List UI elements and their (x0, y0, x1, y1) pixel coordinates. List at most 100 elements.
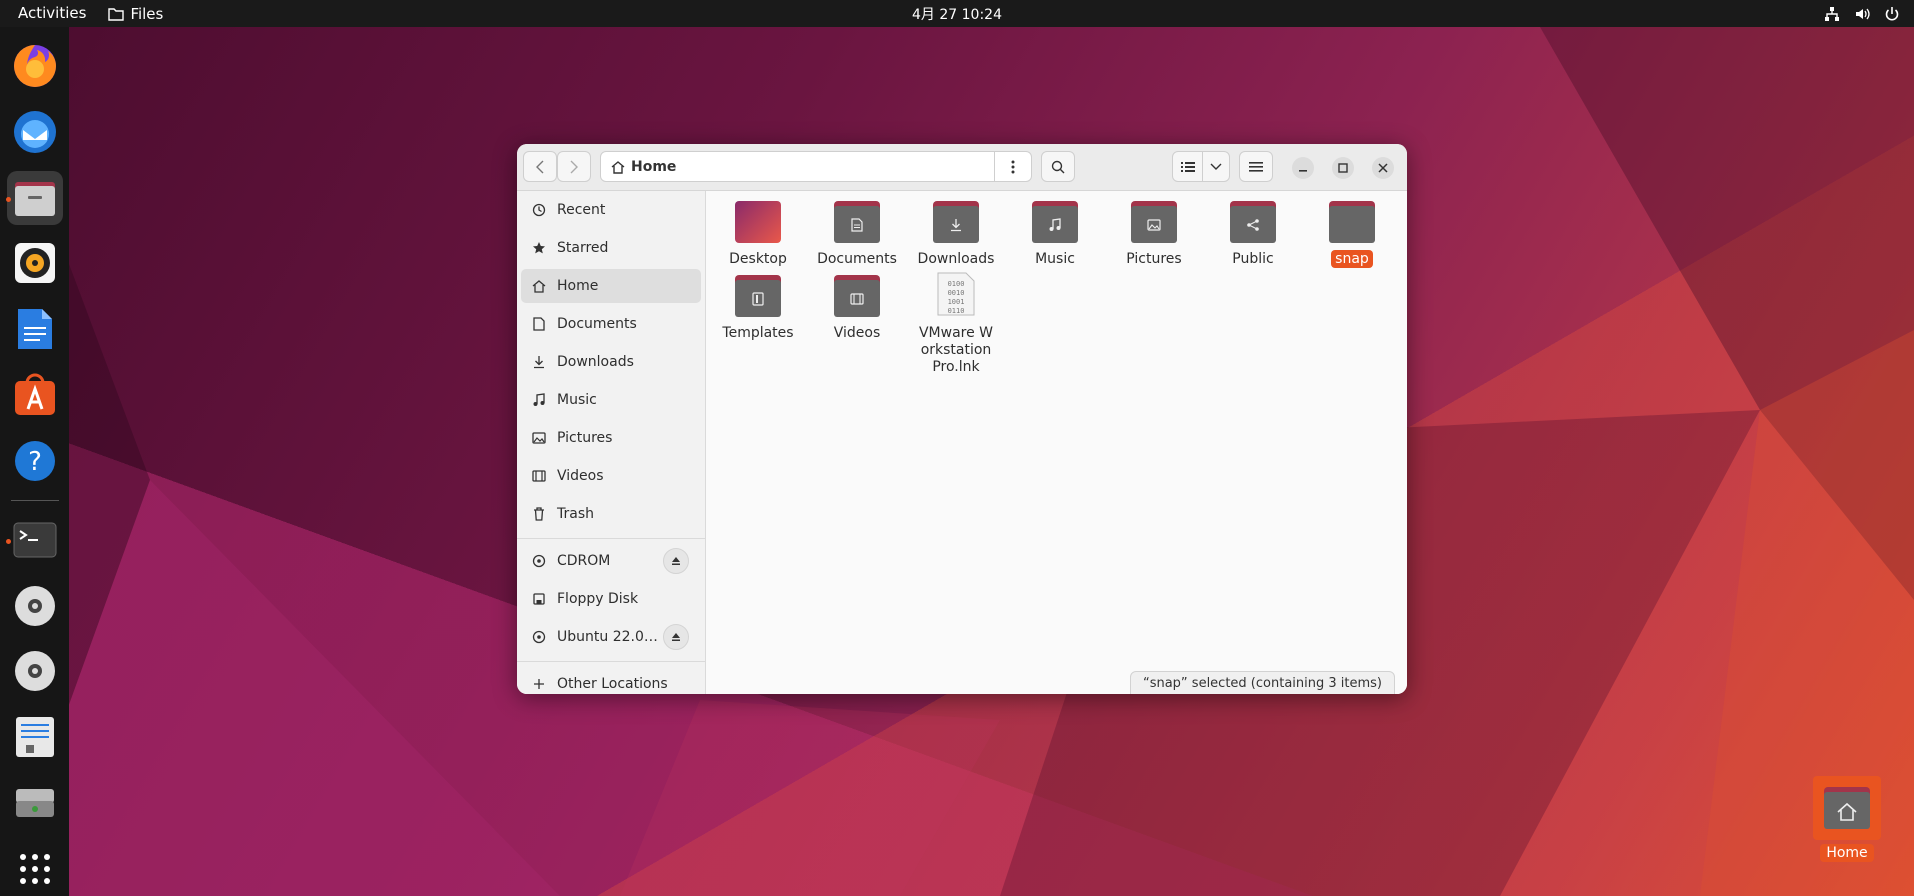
dock-disc-2[interactable] (7, 645, 63, 699)
sidebar-item-cdrom[interactable]: CDROM (521, 544, 701, 578)
dock-help[interactable]: ? (7, 434, 63, 488)
running-indicator (5, 196, 11, 202)
path-bar[interactable]: Home (600, 151, 1032, 182)
sidebar-item-music[interactable]: Music (521, 383, 701, 417)
dock-disc-1[interactable] (7, 579, 63, 633)
sidebar-item-label: Pictures (557, 430, 613, 446)
sidebar-item-other-locations[interactable]: Other Locations (521, 667, 701, 694)
hamburger-menu-icon (1249, 161, 1263, 172)
maximize-button[interactable] (1332, 157, 1354, 179)
music-note-icon (533, 393, 545, 406)
sidebar-item-label: Videos (557, 468, 604, 484)
system-tray[interactable] (1824, 0, 1900, 27)
file-name: snap (1303, 250, 1401, 268)
file-name: Pictures (1126, 251, 1182, 267)
top-bar: Activities Files 4月 27 10:24 (0, 0, 1914, 27)
breadcrumb-home: Home (631, 158, 677, 175)
kebab-menu-icon (1011, 160, 1015, 173)
home-icon (532, 280, 546, 293)
file-item-documents[interactable]: Documents (808, 201, 906, 268)
sidebar-item-label: Floppy Disk (557, 591, 639, 607)
path-menu-button[interactable] (994, 152, 1031, 181)
dock-app-center[interactable] (7, 368, 63, 422)
file-item-pictures[interactable]: Pictures (1105, 201, 1203, 268)
file-item-snap[interactable]: snap (1303, 201, 1401, 268)
sidebar-item-trash[interactable]: Trash (521, 497, 701, 531)
maximize-icon (1338, 163, 1348, 173)
file-item-public[interactable]: Public (1204, 201, 1302, 268)
sidebar-item-downloads[interactable]: Downloads (521, 345, 701, 379)
search-icon (1051, 160, 1065, 173)
back-button[interactable] (523, 151, 557, 182)
sidebar-item-starred[interactable]: Starred (521, 231, 701, 265)
sidebar-item-label: Home (557, 278, 599, 294)
sidebar-item-label: Music (557, 392, 597, 408)
dock-writer[interactable] (7, 302, 63, 356)
sidebar-separator (517, 661, 705, 662)
star-icon (533, 242, 545, 254)
writer-icon (17, 309, 52, 350)
forward-button[interactable] (557, 151, 591, 182)
chevron-down-icon (1210, 163, 1222, 170)
sidebar-item-pictures[interactable]: Pictures (521, 421, 701, 455)
sidebar-item-documents[interactable]: Documents (521, 307, 701, 341)
dock-thunderbird[interactable] (7, 105, 63, 159)
dock-separator (10, 499, 59, 501)
eject-button[interactable] (663, 548, 689, 574)
sidebar: Recent Starred Home Documents Downloads … (517, 191, 706, 694)
dock-terminal[interactable] (5, 513, 63, 567)
view-options-dropdown[interactable] (1203, 163, 1229, 171)
plus-icon (534, 679, 544, 689)
download-icon (534, 356, 544, 369)
film-icon (532, 470, 546, 482)
home-folder-icon (1813, 776, 1881, 840)
sidebar-item-home[interactable]: Home (521, 269, 701, 303)
file-item-vmware-lnk[interactable]: 0100 0010 1001 0110 VMware Workstation P… (907, 271, 1005, 376)
eject-icon (672, 557, 680, 565)
videos-folder-icon (834, 275, 880, 317)
eject-button[interactable] (663, 624, 689, 650)
view-mode-button[interactable] (1172, 151, 1230, 182)
sidebar-item-videos[interactable]: Videos (521, 459, 701, 493)
rhythmbox-icon (14, 243, 55, 284)
breadcrumb[interactable]: Home (601, 159, 994, 175)
sidebar-item-floppy[interactable]: Floppy Disk (521, 582, 701, 616)
binary-file-icon: 0100 0010 1001 0110 (937, 272, 975, 316)
close-button[interactable] (1372, 157, 1394, 179)
sidebar-item-label: Downloads (557, 354, 634, 370)
dock-app-grid[interactable] (7, 842, 63, 896)
running-indicator (5, 538, 11, 544)
main-menu-button[interactable] (1239, 151, 1273, 182)
minimize-button[interactable] (1292, 157, 1314, 179)
volume-icon (1856, 8, 1870, 19)
app-menu[interactable]: Files (104, 5, 163, 23)
file-item-videos[interactable]: Videos (808, 275, 906, 342)
disc-icon (532, 630, 546, 644)
image-icon (532, 432, 546, 444)
dock-files[interactable] (5, 170, 63, 225)
dock-drive[interactable] (7, 776, 63, 830)
home-icon (611, 160, 625, 174)
file-item-desktop[interactable]: Desktop (709, 201, 807, 268)
sidebar-item-label: Documents (557, 316, 637, 332)
dock-rhythmbox[interactable] (7, 237, 63, 291)
sidebar-item-label: Trash (557, 506, 594, 522)
sidebar-item-recent[interactable]: Recent (521, 193, 701, 227)
file-name: Music (1035, 251, 1075, 267)
dock-text-editor[interactable] (7, 710, 63, 764)
documents-folder-icon (834, 201, 880, 243)
sidebar-item-ubuntu-disc[interactable]: Ubuntu 22.0… (521, 620, 701, 654)
file-name: Public (1232, 251, 1274, 267)
activities-button[interactable]: Activities (0, 0, 104, 27)
sidebar-item-label: CDROM (557, 553, 611, 569)
floppy-icon (533, 593, 545, 605)
dock-firefox[interactable] (7, 39, 63, 93)
file-item-music[interactable]: Music (1006, 201, 1104, 268)
clock[interactable]: 4月 27 10:24 (912, 4, 1002, 24)
disc-icon (14, 651, 55, 692)
list-view-toggle[interactable] (1173, 152, 1204, 181)
desktop-home-icon[interactable]: Home (1813, 776, 1881, 862)
file-item-templates[interactable]: Templates (709, 275, 807, 342)
file-item-downloads[interactable]: Downloads (907, 201, 1005, 268)
search-button[interactable] (1041, 151, 1075, 182)
